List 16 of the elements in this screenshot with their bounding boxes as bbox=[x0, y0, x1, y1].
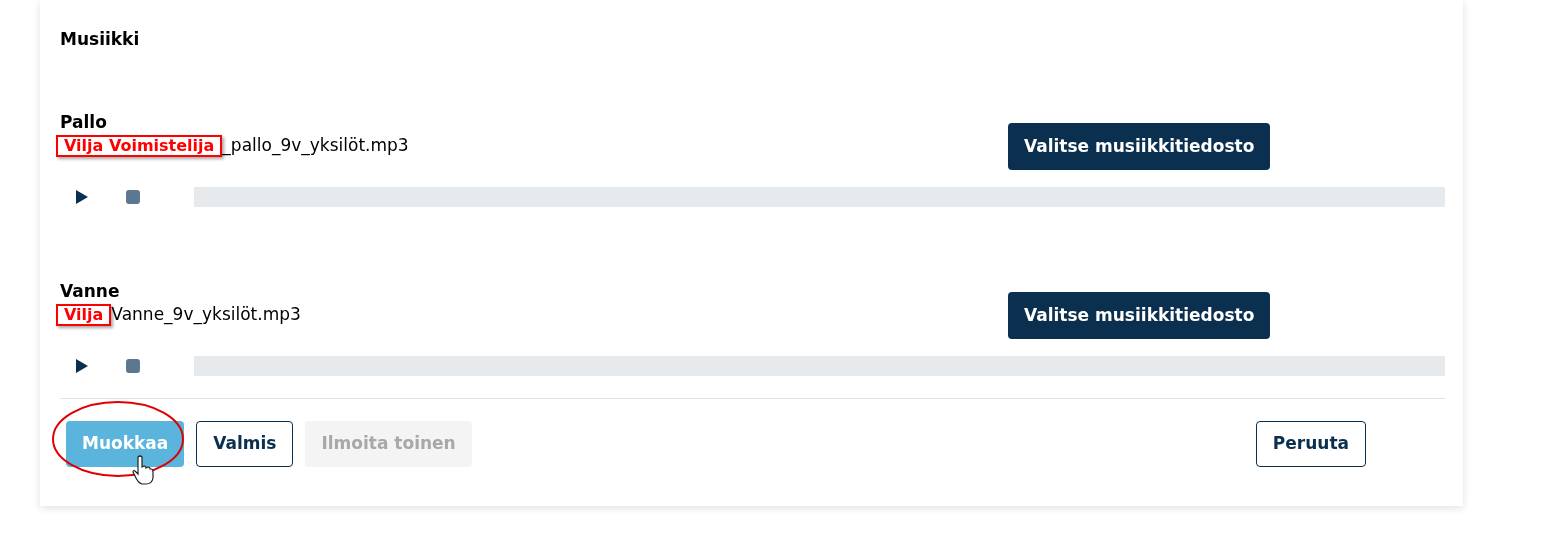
redaction-label: Vilja Voimistelija bbox=[56, 135, 223, 157]
stop-icon[interactable] bbox=[126, 190, 140, 204]
play-icon[interactable] bbox=[76, 359, 88, 373]
redaction-label: Vilja bbox=[56, 304, 112, 326]
section-title: Musiikki bbox=[60, 28, 141, 50]
action-button[interactable]: Valmis bbox=[196, 421, 294, 467]
choose-file-button[interactable]: Valitse musiikkitiedosto bbox=[1008, 123, 1271, 170]
play-icon[interactable] bbox=[76, 190, 88, 204]
track-label: Pallo bbox=[60, 111, 108, 133]
cancel-button[interactable]: Peruuta bbox=[1255, 421, 1366, 467]
file-name: _pallo_9v_yksilöt.mp3 bbox=[222, 134, 409, 158]
file-name: Vanne_9v_yksilöt.mp3 bbox=[111, 303, 301, 327]
stop-icon[interactable] bbox=[126, 359, 140, 373]
track-label: Vanne bbox=[60, 280, 121, 302]
choose-file-button[interactable]: Valitse musiikkitiedosto bbox=[1008, 292, 1271, 339]
hand-cursor-icon bbox=[132, 455, 154, 485]
